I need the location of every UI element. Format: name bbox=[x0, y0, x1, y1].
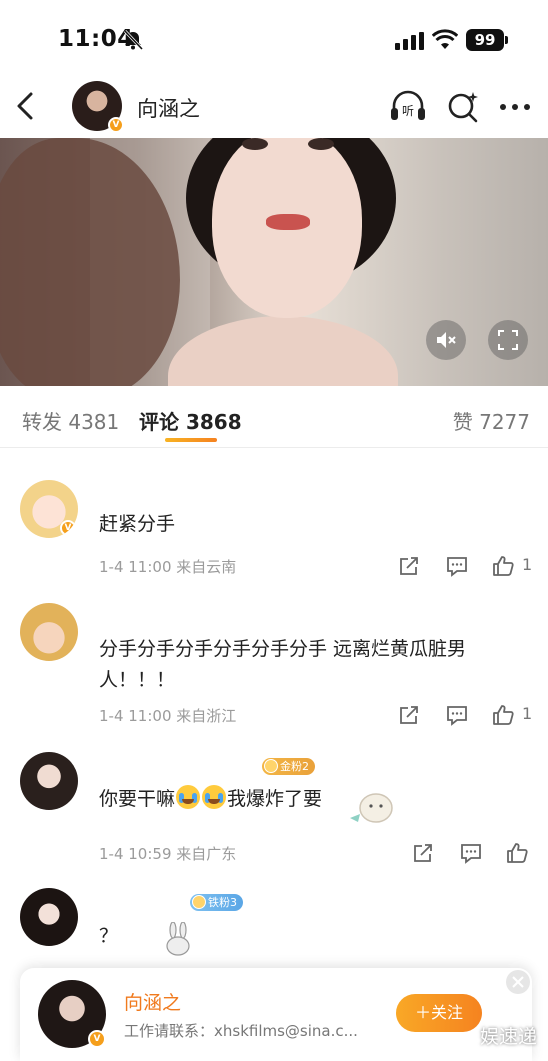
comment-text-before: 你要干嘛 bbox=[99, 788, 176, 810]
battery-indicator: 99 bbox=[466, 29, 504, 51]
comment-meta: 1-4 10:59 来自广东 bbox=[99, 843, 236, 864]
like-icon[interactable] bbox=[492, 704, 514, 726]
sticker-icon bbox=[350, 793, 393, 823]
avatar[interactable] bbox=[20, 888, 78, 946]
fullscreen-button[interactable] bbox=[488, 320, 528, 360]
tab-likes-label: 赞 bbox=[452, 410, 473, 434]
tab-repost[interactable]: 转发 4381 bbox=[22, 406, 119, 435]
like-count: 1 bbox=[522, 704, 533, 723]
video-lips bbox=[266, 214, 310, 230]
comment-actions: 1 bbox=[398, 555, 538, 579]
profile-card-name[interactable]: 向涵之 bbox=[124, 988, 181, 1015]
video-player[interactable] bbox=[0, 138, 548, 386]
tab-repost-label: 转发 bbox=[22, 410, 62, 434]
author-name[interactable]: 向涵之 bbox=[137, 93, 200, 123]
comment-time: 1-4 11:00 bbox=[99, 707, 172, 725]
comment-text: 你要干嘛 我爆炸了要 bbox=[99, 784, 322, 815]
tab-likes[interactable]: 赞 7277 bbox=[453, 406, 530, 435]
comment-meta: 1-4 11:00 来自云南 bbox=[99, 556, 236, 577]
watermark: 娱速递 bbox=[480, 1026, 538, 1048]
comment-text-line-2: 人！！！ bbox=[99, 669, 176, 691]
rabbit-sticker-icon bbox=[166, 922, 190, 956]
fullscreen-icon bbox=[498, 330, 518, 350]
wifi-icon bbox=[432, 29, 458, 49]
video-eye bbox=[242, 138, 268, 150]
comment-location: 来自云南 bbox=[176, 558, 237, 576]
tab-bar: 转发 4381 评论 3868 赞 7277 bbox=[0, 386, 548, 448]
comment-text: 赶紧分手 bbox=[99, 513, 176, 535]
comment-actions bbox=[412, 842, 548, 866]
verified-badge-icon: V bbox=[108, 117, 124, 133]
verified-badge-icon: V bbox=[88, 1030, 106, 1048]
fan-badge-gold: 金粉2 bbox=[262, 758, 315, 775]
comment-time: 1-4 10:59 bbox=[99, 845, 172, 863]
comment-meta: 1-4 11:00 来自浙江 bbox=[99, 705, 236, 726]
video-face bbox=[212, 138, 362, 318]
signal-icon bbox=[395, 32, 424, 50]
mute-button[interactable] bbox=[426, 320, 466, 360]
fan-badge-icon bbox=[264, 759, 278, 773]
share-icon[interactable] bbox=[398, 555, 420, 577]
reply-icon[interactable] bbox=[446, 555, 468, 577]
listen-label: 听 bbox=[402, 104, 414, 118]
fan-badge-label: 金粉2 bbox=[280, 760, 309, 773]
profile-card-desc: 工作请联系：xhskfilms@sina.c... bbox=[124, 1022, 358, 1040]
avatar[interactable] bbox=[20, 752, 78, 810]
profile-card[interactable]: V 向涵之 工作请联系：xhskfilms@sina.c... ＋关注 bbox=[20, 968, 532, 1061]
header-bar: V 向涵之 听 bbox=[0, 78, 548, 138]
follow-button[interactable]: ＋关注 bbox=[396, 994, 482, 1032]
like-icon[interactable] bbox=[492, 555, 514, 577]
avatar[interactable]: V bbox=[38, 980, 106, 1048]
bell-slash-icon bbox=[123, 29, 144, 51]
search-icon[interactable] bbox=[446, 90, 480, 124]
tab-indicator bbox=[165, 438, 217, 442]
crying-emoji-icon bbox=[176, 785, 201, 809]
comment-actions: 1 bbox=[398, 704, 538, 728]
comment-text-after: 我爆炸了要 bbox=[227, 788, 323, 810]
avatar[interactable]: V bbox=[72, 81, 124, 133]
comment-text-line-1: 分手分手分手分手分手分手 远离烂黄瓜脏男 bbox=[99, 638, 467, 660]
reply-icon[interactable] bbox=[460, 842, 482, 864]
like-count: 1 bbox=[522, 555, 533, 574]
close-icon bbox=[512, 976, 524, 988]
verified-badge-icon: V bbox=[60, 520, 76, 536]
fan-badge-label: 铁粉3 bbox=[208, 896, 237, 909]
listen-icon[interactable]: 听 bbox=[388, 88, 428, 124]
tab-comments-count: 3868 bbox=[185, 410, 242, 434]
avatar[interactable]: V bbox=[20, 480, 78, 538]
tab-comments-label: 评论 bbox=[139, 410, 179, 434]
comment-location: 来自广东 bbox=[176, 845, 237, 863]
comment-location: 来自浙江 bbox=[176, 707, 237, 725]
tab-likes-count: 7277 bbox=[479, 410, 530, 434]
fan-badge-icon bbox=[192, 895, 206, 909]
comment-time: 1-4 11:00 bbox=[99, 558, 172, 576]
comment-text: ？ bbox=[99, 925, 119, 947]
tab-comments[interactable]: 评论 3868 bbox=[139, 406, 242, 435]
speaker-mute-icon bbox=[437, 332, 456, 348]
more-icon[interactable] bbox=[498, 102, 532, 112]
comment-item: 分手分手分手分手分手分手 远离烂黄瓜脏男 人！！！ 1-4 11:00 来自浙江… bbox=[0, 600, 548, 740]
comment-item: 金粉2 你要干嘛 我爆炸了要 1-4 10:59 来自广东 bbox=[0, 748, 548, 878]
crying-emoji-icon bbox=[202, 785, 227, 809]
comment-item: V 赶紧分手 1-4 11:00 来自云南 1 bbox=[0, 470, 548, 590]
tab-repost-count: 4381 bbox=[68, 410, 120, 434]
status-bar: 11:04 99 bbox=[0, 0, 548, 80]
back-icon[interactable] bbox=[12, 90, 40, 122]
share-icon[interactable] bbox=[398, 704, 420, 726]
like-icon[interactable] bbox=[506, 842, 528, 864]
battery-tip bbox=[505, 36, 508, 44]
close-button[interactable] bbox=[506, 970, 530, 994]
fan-badge-iron: 铁粉3 bbox=[190, 894, 243, 911]
avatar[interactable] bbox=[20, 603, 78, 661]
reply-icon[interactable] bbox=[446, 704, 468, 726]
share-icon[interactable] bbox=[412, 842, 434, 864]
comment-item: 铁粉3 ？ bbox=[0, 886, 548, 966]
video-eye bbox=[308, 138, 334, 150]
